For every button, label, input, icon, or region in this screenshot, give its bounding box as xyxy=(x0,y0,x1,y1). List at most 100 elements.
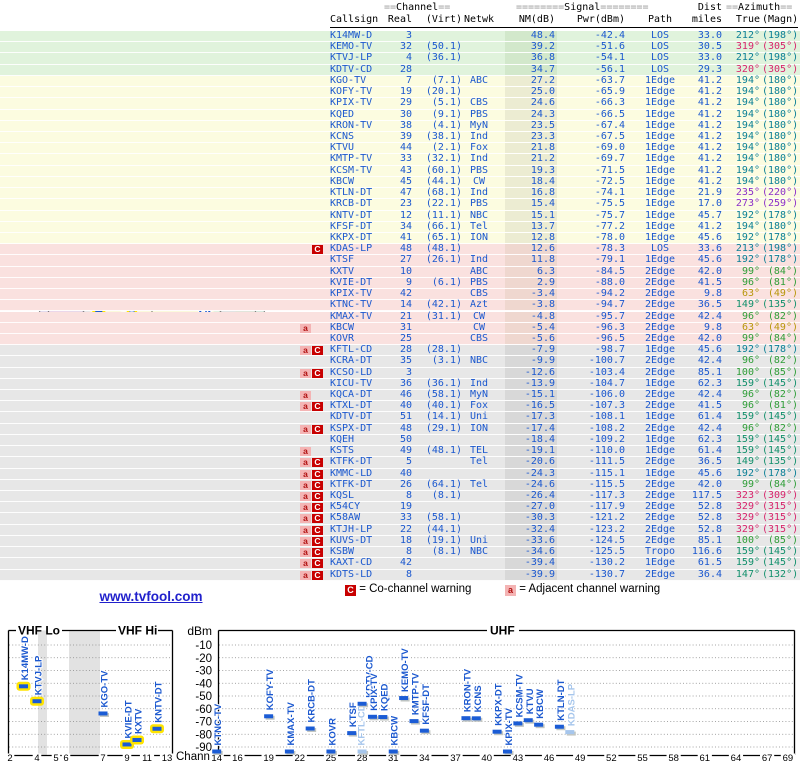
cell-virt: (66.1) xyxy=(414,222,462,233)
cell-magn: (145°) xyxy=(762,379,798,390)
cell-real: 48 xyxy=(372,244,412,255)
cell-magn: (84°) xyxy=(762,480,798,491)
cell-magn: (259°) xyxy=(762,199,798,210)
cell-pwrdbm: -117.9 xyxy=(565,502,625,513)
cell-nmdb: -12.6 xyxy=(495,368,555,379)
table-row[interactable]: KDTV-DT51(14.1)Uni-17.3-108.11Edge61.415… xyxy=(0,412,800,423)
cell-distmiles: 41.2 xyxy=(688,87,722,98)
cell-pwrdbm: -66.5 xyxy=(565,110,625,121)
dbm-tick-label: -80 xyxy=(195,729,212,741)
cell-virt: (9.1) xyxy=(414,110,462,121)
cell-real: 19 xyxy=(372,502,412,513)
channel-tick-label: 61 xyxy=(700,753,711,764)
cell-pwrdbm: -100.7 xyxy=(565,356,625,367)
cell-nmdb: -3.4 xyxy=(495,289,555,300)
cell-distmiles: 62.3 xyxy=(688,435,722,446)
cell-true: 329° xyxy=(724,525,760,536)
channel-tick-label: 58 xyxy=(668,753,679,764)
bar-callsign-label: KBCW xyxy=(390,716,401,746)
table-row[interactable]: aKSTS49(48.1)TEL-19.1-110.01Edge61.4159°… xyxy=(0,446,800,457)
table-row[interactable]: KEMO-TV32(50.1)39.2-51.6LOS30.5319°(305°… xyxy=(0,42,800,53)
signal-bar xyxy=(33,699,42,703)
table-row[interactable]: aCKAXT-CD42-39.4-130.21Edge61.5159°(145°… xyxy=(0,558,800,569)
cell-true: 63° xyxy=(724,323,760,334)
table-row[interactable]: KXTV10ABC6.3-84.52Edge42.099°(84°) xyxy=(0,267,800,278)
cell-true: 147° xyxy=(724,570,760,581)
cell-pwrdbm: -75.5 xyxy=(565,199,625,210)
table-row[interactable]: KPIX-TV29(5.1)CBS24.6-66.31Edge41.2194°(… xyxy=(0,98,800,109)
table-row[interactable]: aCKUVS-DT18(19.1)Uni-33.6-124.52Edge85.1… xyxy=(0,536,800,547)
table-row[interactable]: KMTP-TV33(32.1)Ind21.2-69.71Edge41.2194°… xyxy=(0,154,800,165)
table-row[interactable]: aCK58AW33(58.1)-30.3-121.22Edge52.8329°(… xyxy=(0,513,800,524)
cell-virt: (58.1) xyxy=(414,513,462,524)
cell-nmdb: -32.4 xyxy=(495,525,555,536)
cell-magn: (180°) xyxy=(762,154,798,165)
signal-bar xyxy=(264,714,273,718)
cell-real: 19 xyxy=(372,87,412,98)
channel-tick-label: 52 xyxy=(606,753,617,764)
signal-bar xyxy=(123,742,132,746)
table-row[interactable]: KRCB-DT23(22.1)PBS15.4-75.51Edge17.0273°… xyxy=(0,199,800,210)
co-channel-warning-icon: C xyxy=(312,503,323,512)
cell-virt: (32.1) xyxy=(414,154,462,165)
table-row[interactable]: KCRA-DT35(3.1)NBC-9.9-100.72Edge42.496°(… xyxy=(0,356,800,367)
cell-virt: (38.1) xyxy=(414,132,462,143)
cell-distmiles: 117.5 xyxy=(688,491,722,502)
cell-pwrdbm: -75.7 xyxy=(565,211,625,222)
signal-bar xyxy=(493,730,502,734)
cell-magn: (85°) xyxy=(762,536,798,547)
table-row[interactable]: KTNC-TV14(42.1)Azt-3.8-94.72Edge36.5149°… xyxy=(0,300,800,311)
cell-magn: (145°) xyxy=(762,446,798,457)
cell-nmdb: 6.3 xyxy=(495,267,555,278)
callsign-header: Callsign xyxy=(330,14,378,25)
cell-true: 100° xyxy=(724,536,760,547)
bar-callsign-label: KPIX-TV xyxy=(504,707,515,745)
cell-pwrdbm: -94.7 xyxy=(565,300,625,311)
cell-path: 1Edge xyxy=(636,166,684,177)
table-row[interactable]: aCKTFK-DT26(64.1)Tel-24.6-115.52Edge42.0… xyxy=(0,480,800,491)
cell-nmdb: 15.4 xyxy=(495,199,555,210)
cell-real: 30 xyxy=(372,110,412,121)
cell-path: LOS xyxy=(636,42,684,53)
cell-distmiles: 36.5 xyxy=(688,457,722,468)
cell-path: 1Edge xyxy=(636,110,684,121)
cell-distmiles: 45.7 xyxy=(688,211,722,222)
cell-pwrdbm: -125.5 xyxy=(565,547,625,558)
cell-path: 1Edge xyxy=(636,446,684,457)
cell-distmiles: 61.4 xyxy=(688,446,722,457)
table-row[interactable]: KDTV-CD2834.7-56.1LOS29.3320°(305°) xyxy=(0,65,800,76)
cell-real: 8 xyxy=(372,547,412,558)
cell-real: 43 xyxy=(372,166,412,177)
table-row[interactable]: aCKTFK-DT5Tel-20.6-111.52Edge36.5149°(13… xyxy=(0,457,800,468)
cell-virt: (5.1) xyxy=(414,98,462,109)
adjacent-warning-icon: a xyxy=(300,559,311,568)
table-row[interactable]: KTSF27(26.1)Ind11.8-79.11Edge45.6192°(17… xyxy=(0,255,800,266)
adjacent-warning-icon: a xyxy=(300,514,311,523)
cell-nmdb: 12.8 xyxy=(495,233,555,244)
channel-tick-label: 43 xyxy=(513,753,524,764)
cell-magn: (305°) xyxy=(762,65,798,76)
cell-pwrdbm: -71.5 xyxy=(565,166,625,177)
cell-real: 46 xyxy=(372,390,412,401)
channel-tick-label: 46 xyxy=(544,753,555,764)
cell-path: 2Edge xyxy=(636,368,684,379)
cell-pwrdbm: -42.4 xyxy=(565,31,625,42)
cell-magn: (135°) xyxy=(762,457,798,468)
channel-tick-label: 2 xyxy=(7,753,12,764)
cell-path: 2Edge xyxy=(636,424,684,435)
table-row[interactable]: KTVJ-LP4(36.1)36.8-54.1LOS33.0212°(198°) xyxy=(0,53,800,64)
cell-pwrdbm: -78.3 xyxy=(565,244,625,255)
cell-magn: (178°) xyxy=(762,255,798,266)
cell-nmdb: 11.8 xyxy=(495,255,555,266)
cell-path: 2Edge xyxy=(636,536,684,547)
cell-nmdb: 19.3 xyxy=(495,166,555,177)
cell-distmiles: 61.4 xyxy=(688,412,722,423)
signal-bar xyxy=(99,711,108,715)
dbm-tick-label: -20 xyxy=(195,653,212,665)
miles-header: miles xyxy=(688,14,722,25)
cell-path: LOS xyxy=(636,31,684,42)
cell-distmiles: 62.3 xyxy=(688,379,722,390)
cell-magn: (145°) xyxy=(762,435,798,446)
cell-true: 194° xyxy=(724,177,760,188)
table-row[interactable]: aCKDTS-LD8-39.9-130.72Edge36.4147°(132°) xyxy=(0,570,800,581)
